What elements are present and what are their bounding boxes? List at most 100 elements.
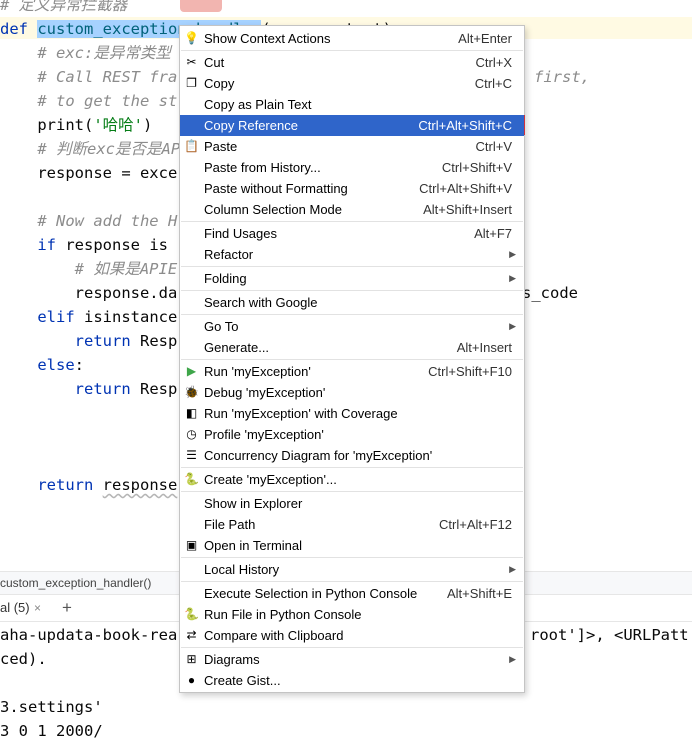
code-token: response.da <box>0 284 178 302</box>
submenu-arrow-icon: ▶ <box>509 564 516 574</box>
code-line[interactable]: if response is <box>0 233 168 257</box>
menu-item-run-file-in-python-console[interactable]: 🐍 Run File in Python Console <box>180 604 524 625</box>
scissors-icon: ✂ <box>186 55 197 69</box>
code-line[interactable]: # Call REST fra <box>0 65 177 89</box>
code-token: isinstance <box>84 308 178 326</box>
menu-item-run-myexception[interactable]: ▶ Run 'myException' Ctrl+Shift+F10 <box>180 361 524 382</box>
console-line: 3.settings' <box>0 698 103 716</box>
menu-item-paste-without-formatting[interactable]: Paste without Formatting Ctrl+Alt+Shift+V <box>180 178 524 199</box>
code-line[interactable]: response.da <box>0 281 178 305</box>
compare-icon: ⇄ <box>186 628 197 642</box>
code-line[interactable]: print('哈哈') <box>0 113 152 137</box>
menu-item-column-selection-mode[interactable]: Column Selection Mode Alt+Shift+Insert <box>180 199 524 220</box>
code-line[interactable]: # 定义异常拦截器 <box>0 0 127 17</box>
menu-item-shortcut: Ctrl+X <box>475 55 512 70</box>
menu-item-open-in-terminal[interactable]: ▣ Open in Terminal <box>180 535 524 556</box>
menu-item-label: Paste from History... <box>204 160 321 175</box>
code-token: elif <box>0 308 84 326</box>
menu-item-create-gist[interactable]: ● Create Gist... <box>180 670 524 691</box>
menu-item-label: Column Selection Mode <box>204 202 343 217</box>
menu-item-label: Copy Reference <box>204 118 298 133</box>
context-menu: 💡 Show Context Actions Alt+Enter ✂ Cut Ctrl+X… <box>179 25 525 693</box>
terminal-icon: ▣ <box>185 538 198 552</box>
menu-item-create-myexception[interactable]: 🐍 Create 'myException'... <box>180 469 524 490</box>
menu-separator <box>181 314 523 315</box>
menu-item-run-myexception-with-coverage[interactable]: ◧ Run 'myException' with Coverage <box>180 403 524 424</box>
menu-item-paste-from-history[interactable]: Paste from History... Ctrl+Shift+V <box>180 157 524 178</box>
menu-item-label: Folding <box>204 271 247 286</box>
code-token: response = exce <box>0 164 178 182</box>
code-line[interactable]: elif isinstance <box>0 305 177 329</box>
diagram-icon: ⊞ <box>186 652 197 666</box>
code-fragment-right: first, <box>534 68 590 86</box>
code-token: # exc:是异常类型 <box>0 44 171 62</box>
menu-item-label: Copy <box>204 76 235 91</box>
code-token: # 如果是APIE <box>0 260 178 278</box>
menu-item-profile-myexception[interactable]: ◷ Profile 'myException' <box>180 424 524 445</box>
menu-item-refactor[interactable]: Refactor ▶ <box>180 244 524 265</box>
code-line[interactable]: # exc:是异常类型 <box>0 41 171 65</box>
menu-item-diagrams[interactable]: ⊞ Diagrams ▶ <box>180 649 524 670</box>
code-token: ) <box>143 116 153 134</box>
code-line[interactable]: return Resp <box>0 329 178 353</box>
menu-separator <box>181 266 523 267</box>
menu-item-generate[interactable]: Generate... Alt+Insert <box>180 337 524 358</box>
menu-item-shortcut: Ctrl+Shift+V <box>441 160 512 175</box>
menu-item-folding[interactable]: Folding ▶ <box>180 268 524 289</box>
code-line[interactable]: # 如果是APIE <box>0 257 178 281</box>
code-token: # 定义异常拦截器 <box>0 0 128 14</box>
menu-item-label: Debug 'myException' <box>204 385 326 400</box>
console-line: 3 0 1 2000/ <box>0 722 103 740</box>
code-token: # 判断exc是否是AP <box>0 140 181 158</box>
menu-item-copy-as-plain-text[interactable]: Copy as Plain Text <box>180 94 524 115</box>
menu-item-debug-myexception[interactable]: 🐞 Debug 'myException' <box>180 382 524 403</box>
paste-icon: 📋 <box>184 139 199 153</box>
code-line[interactable]: else: <box>0 353 84 377</box>
menu-item-shortcut: Ctrl+C <box>474 76 512 91</box>
run-tab[interactable]: al (5) <box>0 595 36 621</box>
copy-icon: ❐ <box>186 76 197 90</box>
code-line[interactable]: # Now add the H <box>0 209 177 233</box>
code-token: print( <box>0 116 94 134</box>
menu-item-find-usages[interactable]: Find Usages Alt+F7 <box>180 223 524 244</box>
menu-separator <box>181 557 523 558</box>
close-icon[interactable]: × <box>34 595 41 621</box>
add-tab-icon[interactable]: + <box>62 595 72 621</box>
code-line[interactable]: return Resp <box>0 377 178 401</box>
code-line[interactable]: # to get the st <box>0 89 177 113</box>
menu-item-label: Show in Explorer <box>204 496 303 511</box>
menu-item-label: Diagrams <box>204 652 260 667</box>
code-token: '哈哈' <box>93 116 143 134</box>
menu-item-label: Create Gist... <box>204 673 281 688</box>
menu-item-cut[interactable]: ✂ Cut Ctrl+X <box>180 52 524 73</box>
menu-item-execute-selection-in-python-console[interactable]: Execute Selection in Python Console Alt+S… <box>180 583 524 604</box>
menu-separator <box>181 359 523 360</box>
intention-bulb[interactable] <box>180 0 222 12</box>
code-token: def <box>0 20 38 38</box>
menu-item-go-to[interactable]: Go To ▶ <box>180 316 524 337</box>
code-line[interactable]: # 判断exc是否是AP <box>0 137 180 161</box>
menu-item-local-history[interactable]: Local History ▶ <box>180 559 524 580</box>
menu-item-shortcut: Alt+Insert <box>456 340 512 355</box>
menu-item-compare-with-clipboard[interactable]: ⇄ Compare with Clipboard <box>180 625 524 646</box>
menu-item-concurrency-diagram-for-myexception[interactable]: ☰ Concurrency Diagram for 'myException' <box>180 445 524 466</box>
menu-item-show-in-explorer[interactable]: Show in Explorer <box>180 493 524 514</box>
menu-item-file-path[interactable]: File Path Ctrl+Alt+F12 <box>180 514 524 535</box>
menu-item-label: Go To <box>204 319 239 334</box>
code-token: else <box>0 356 75 374</box>
bug-icon: 🐞 <box>184 385 199 399</box>
menu-item-label: Local History <box>204 562 280 577</box>
breadcrumb-item[interactable]: custom_exception_handler() <box>0 572 151 594</box>
menu-separator <box>181 290 523 291</box>
menu-item-show-context-actions[interactable]: 💡 Show Context Actions Alt+Enter <box>180 28 524 49</box>
menu-item-copy-reference[interactable]: Copy Reference Ctrl+Alt+Shift+C <box>180 115 524 136</box>
profile-icon: ◷ <box>186 427 197 441</box>
menu-item-paste[interactable]: 📋 Paste Ctrl+V <box>180 136 524 157</box>
code-line[interactable]: return response <box>0 473 177 497</box>
code-line[interactable]: response = exce <box>0 161 177 185</box>
menu-item-shortcut: Ctrl+Alt+F12 <box>439 517 512 532</box>
menu-item-copy[interactable]: ❐ Copy Ctrl+C <box>180 73 524 94</box>
menu-item-search-with-google[interactable]: Search with Google <box>180 292 524 313</box>
code-token: return <box>0 380 140 398</box>
menu-separator <box>181 491 523 492</box>
